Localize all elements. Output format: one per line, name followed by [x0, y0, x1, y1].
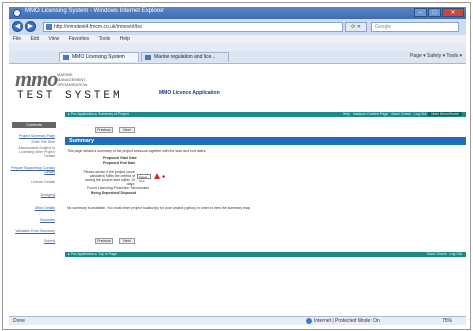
menu-edit[interactable]: Edit	[30, 36, 39, 42]
menu-favorites[interactable]: Favorites	[69, 36, 90, 42]
logo-mark: mmo	[15, 66, 58, 91]
back-button[interactable]: ◀	[12, 21, 23, 32]
tab-mmo-licensing[interactable]: MMO Licensing System	[59, 52, 139, 62]
sidebar-item-submit[interactable]: Submit	[9, 239, 59, 243]
sidebar-item-validation[interactable]: Validation Error Summary	[9, 229, 59, 233]
bottom-breadcrumb[interactable]: ▸ Pre-Application ▸ Top of Page	[65, 252, 117, 256]
section-header: Summary	[65, 137, 466, 145]
sidebar-item-dredging[interactable]: Dredging	[9, 193, 59, 197]
sidebar-item-licence-details: Licence Details	[31, 180, 55, 184]
deposit-label: Being Deposited/ Disposed	[91, 191, 137, 195]
sidebar: Contents Project Summary Page Enter Site…	[9, 122, 59, 262]
command-bar[interactable]: Page ▾ Safety ▾ Tools ▾	[410, 53, 462, 59]
tab-page-icon	[145, 55, 151, 60]
status-bar: Done Internet | Protected Mode: On 75%	[9, 316, 466, 325]
save-check-link-bottom[interactable]: Save/ Check	[427, 252, 447, 256]
screenshot-frame: MMO Licensing System - Windows Internet …	[2, 2, 471, 330]
tab-marine-regulation[interactable]: Marine regulation and lice...	[141, 52, 229, 62]
sidebar-item-enter-site: Enter Site Stub	[31, 140, 55, 144]
top-nav-links: Help Instance Context Page Save/ Check L…	[343, 112, 462, 117]
search-input[interactable]: Google	[371, 22, 459, 32]
top-nav-bar: ▸ Pre-Application ▸ Summary of Project H…	[65, 112, 466, 117]
window-controls: – □ ✕	[414, 8, 464, 18]
bottom-nav-bar: ▸ Pre-Application ▸ Top of Page Save/ Ch…	[65, 252, 466, 257]
summary-note: No summary is available. You must enter …	[67, 206, 251, 210]
criteria-question: Please advise if the project (once valid…	[83, 170, 135, 186]
logo-subtitle: MARINE MANAGEMENT ORGANISATION	[57, 72, 88, 87]
next-button-bottom[interactable]: Next	[119, 238, 135, 244]
sidebar-item-other-details[interactable]: Other Details	[9, 206, 59, 210]
tab-page-icon	[63, 55, 69, 60]
security-zone: Internet | Protected Mode: On	[306, 317, 380, 325]
logout-link[interactable]: Log Out	[414, 112, 426, 116]
tab-label: MMO Licensing System	[72, 54, 125, 60]
taxonomy-label: Found Licensing Protection Taxonomies	[87, 186, 150, 190]
menu-help[interactable]: Help	[120, 36, 130, 42]
sidebar-item-assessment: Assessment/ Subject to Licensing other P…	[18, 146, 55, 158]
error-mark: ✱	[162, 174, 166, 179]
sidebar-header: Contents	[12, 122, 56, 128]
ie-icon	[13, 9, 21, 17]
save-check-link[interactable]: Save/ Check	[391, 112, 411, 116]
next-button[interactable]: Next	[119, 127, 135, 133]
end-date-label: Proposed End Date	[103, 161, 136, 165]
address-text: http://mmotest4.fmcm.co.uk/mmovirt/lsc	[54, 24, 143, 30]
tab-label: Marine regulation and lice...	[154, 54, 216, 60]
page-icon	[46, 24, 52, 30]
sidebar-item-summary[interactable]: Summary	[9, 218, 59, 222]
title-bar: MMO Licensing System - Windows Internet …	[9, 7, 466, 19]
address-bar[interactable]: http://mmotest4.fmcm.co.uk/mmovirt/lsc	[43, 22, 343, 32]
close-button[interactable]: ✕	[442, 8, 464, 17]
test-system-label: TEST SYSTEM	[17, 90, 123, 102]
globe-icon	[306, 317, 312, 324]
page-viewport: mmo MARINE MANAGEMENT ORGANISATION TEST …	[9, 64, 466, 316]
start-date-label: Proposed Start Date	[103, 156, 137, 160]
previous-button-bottom[interactable]: Previous	[95, 238, 113, 244]
window-title: MMO Licensing System - Windows Internet …	[25, 8, 165, 14]
maximize-button[interactable]: □	[428, 8, 441, 17]
breadcrumb: ▸ Pre-Application ▸ Summary of Project	[68, 112, 129, 116]
criteria-select[interactable]: Select One	[137, 174, 151, 183]
menu-file[interactable]: File	[13, 36, 21, 42]
sidebar-item-supporting[interactable]: Prepare Supporting/ Contact Details	[9, 166, 59, 174]
previous-button[interactable]: Previous	[95, 127, 113, 133]
menu-tools[interactable]: Tools	[99, 36, 111, 42]
warning-icon	[154, 173, 160, 179]
menu-view[interactable]: View	[48, 36, 59, 42]
favorites-bar	[9, 43, 466, 51]
intro-text: This page details a summary of the proje…	[67, 149, 207, 153]
refresh-stop-icons[interactable]: ⟳ ✕	[345, 22, 367, 32]
help-link[interactable]: Help	[343, 112, 350, 116]
home-link[interactable]: Main Menu/Home	[428, 112, 462, 116]
status-text: Done	[13, 318, 25, 324]
minimize-button[interactable]: –	[414, 8, 427, 17]
address-row: ◀ ▶ http://mmotest4.fmcm.co.uk/mmovirt/l…	[9, 19, 466, 35]
site-logo: mmo MARINE MANAGEMENT ORGANISATION TEST …	[15, 66, 135, 110]
menu-bar: File Edit View Favorites Tools Help	[9, 35, 466, 43]
browser-window: MMO Licensing System - Windows Internet …	[9, 7, 466, 325]
bottom-nav-links: Save/ Check Log Out	[427, 252, 462, 257]
zoom-level[interactable]: 75%	[442, 317, 452, 325]
forward-button[interactable]: ▶	[25, 21, 36, 32]
sidebar-item-project-summary[interactable]: Project Summary Page	[9, 134, 59, 138]
context-link[interactable]: Instance Context Page	[353, 112, 388, 116]
tab-row: MMO Licensing System Marine regulation a…	[9, 51, 466, 64]
logout-link-bottom[interactable]: Log Out	[450, 252, 462, 256]
application-title: MMO Licence Application	[159, 90, 220, 96]
